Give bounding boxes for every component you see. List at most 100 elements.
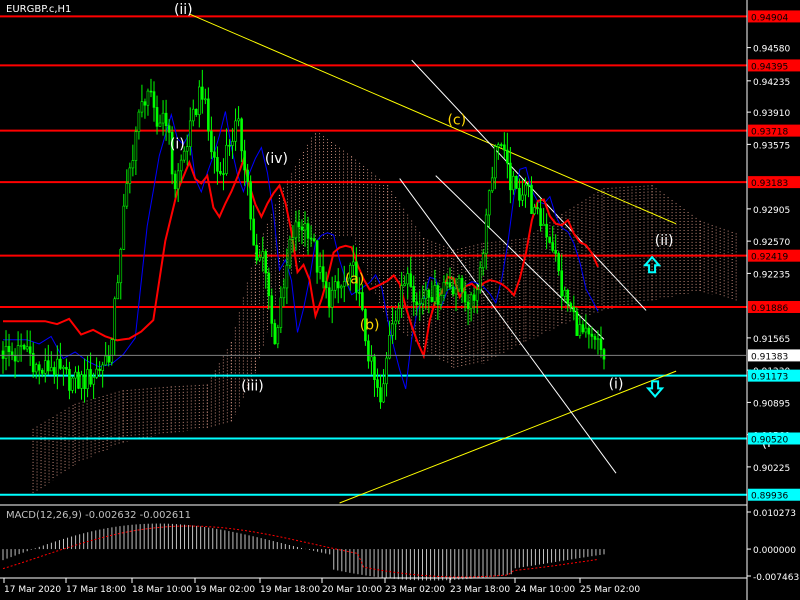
- candle-body: [288, 239, 292, 266]
- candle-body: [207, 98, 210, 132]
- candle-body: [563, 289, 567, 297]
- candle-body: [107, 355, 111, 363]
- candle-body: [231, 141, 234, 146]
- candle-body: [89, 369, 92, 385]
- price-tick-label: 0.90225: [753, 464, 790, 474]
- price-tick-label: 0.90895: [753, 399, 790, 409]
- candle-body: [358, 292, 361, 294]
- candle-body: [427, 289, 431, 298]
- candle-body: [321, 266, 325, 282]
- candle-body: [530, 184, 533, 214]
- candle-body: [306, 223, 310, 239]
- candle-body: [116, 282, 120, 300]
- candle-body: [31, 353, 35, 373]
- candle-body: [475, 289, 479, 301]
- candle-body: [388, 334, 391, 359]
- candle-body: [225, 144, 228, 174]
- candle-body: [463, 291, 467, 303]
- candle-body: [56, 358, 59, 375]
- time-tick-label: 25 Mar 02:00: [580, 585, 640, 595]
- candle-body: [95, 368, 98, 378]
- candle-body: [216, 157, 219, 172]
- candle-body: [587, 327, 591, 335]
- candle-body: [104, 355, 107, 366]
- candle-body: [240, 118, 243, 152]
- candle-body: [234, 120, 237, 142]
- candle-body: [575, 311, 579, 336]
- price-tick-label: 0.92905: [753, 206, 790, 216]
- candle-body: [204, 98, 207, 101]
- time-tick-label: 19 Mar 02:00: [195, 585, 255, 595]
- candle-body: [509, 162, 512, 191]
- candle-body: [376, 379, 379, 388]
- candle-body: [1, 350, 5, 359]
- candle-body: [258, 257, 262, 261]
- candle-body: [361, 292, 364, 310]
- wave-label: (i): [170, 137, 185, 153]
- candle-body: [222, 173, 225, 175]
- time-tick-label: 20 Mar 10:00: [322, 585, 382, 595]
- level-price-label: 0.92419: [751, 253, 788, 263]
- current-price-label: 0.91383: [751, 352, 788, 362]
- time-tick-label: 24 Mar 10:00: [515, 585, 575, 595]
- candle-body: [590, 333, 594, 337]
- time-tick-label: 17 Mar 18:00: [66, 585, 126, 595]
- candle-body: [179, 159, 183, 172]
- candle-body: [469, 294, 473, 309]
- candle-body: [602, 349, 606, 360]
- candle-body: [406, 273, 409, 285]
- candle-body: [80, 374, 83, 389]
- candle-body: [551, 242, 554, 251]
- candle-body: [53, 367, 56, 375]
- candle-body: [557, 253, 560, 272]
- candle-body: [539, 208, 542, 227]
- candle-body: [566, 289, 570, 304]
- price-tick-label: 0.92570: [753, 238, 790, 248]
- candle-body: [285, 264, 289, 289]
- candle-body: [255, 244, 258, 261]
- candle-body: [13, 355, 17, 362]
- candle-body: [237, 118, 240, 122]
- candle-body: [68, 369, 71, 391]
- candle-body: [330, 289, 334, 308]
- candle-body: [445, 281, 449, 284]
- candle-body: [122, 205, 126, 250]
- candle-body: [370, 356, 373, 362]
- candle-body: [554, 250, 557, 254]
- candle-body: [484, 214, 488, 254]
- candle-body: [503, 144, 506, 151]
- candle-body: [198, 86, 201, 115]
- candle-body: [333, 281, 337, 291]
- price-tick-label: 0.94580: [753, 45, 790, 55]
- candle-body: [50, 367, 53, 372]
- candle-body: [412, 286, 416, 303]
- candle-body: [25, 346, 29, 350]
- candle-body: [324, 281, 328, 288]
- price-tick-label: 0.91565: [753, 335, 790, 345]
- candle-body: [593, 336, 597, 340]
- candle-body: [282, 287, 286, 299]
- candle-body: [173, 173, 177, 190]
- candle-body: [37, 364, 41, 371]
- candle-body: [210, 130, 213, 153]
- wave-label: (c): [447, 113, 466, 129]
- candle-body: [415, 301, 419, 305]
- candle-body: [584, 327, 588, 333]
- candle-body: [155, 107, 159, 127]
- candle-body: [309, 237, 313, 240]
- candle-body: [403, 283, 406, 286]
- candle-body: [382, 383, 385, 403]
- candle-body: [158, 122, 162, 127]
- candle-body: [478, 267, 482, 291]
- level-price-label: 0.94904: [751, 13, 788, 23]
- candle-body: [98, 368, 101, 371]
- candle-body: [201, 86, 204, 100]
- candle-body: [294, 221, 298, 239]
- candle-body: [496, 144, 500, 147]
- candle-body: [164, 112, 168, 126]
- time-tick-label: 23 Mar 18:00: [450, 585, 510, 595]
- candle-body: [149, 90, 153, 93]
- candle-body: [548, 236, 551, 243]
- candle-body: [140, 101, 144, 113]
- candle-body: [7, 346, 11, 353]
